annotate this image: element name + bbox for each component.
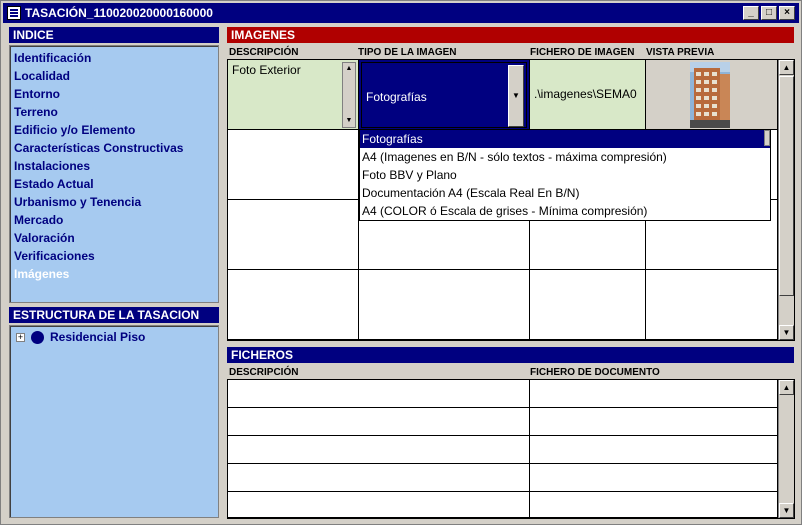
indice-item-urbanismo[interactable]: Urbanismo y Tenencia [14,193,218,211]
close-button[interactable]: × [779,6,795,20]
tipo-dropdown-list[interactable]: Fotografías A4 (Imagenes en B/N - sólo t… [359,129,771,221]
tree-node-label: Residencial Piso [50,330,146,344]
tipo-combo[interactable]: Fotografías ▼ [361,62,527,128]
tipo-combo-value: Fotografías [366,90,427,104]
ficheros-header: FICHEROS [227,347,794,363]
col-ficheros-descripcion: DESCRIPCIÓN [229,367,299,378]
indice-item-entorno[interactable]: Entorno [14,85,218,103]
ficheros-row3-descripcion[interactable] [228,436,530,464]
building-photo-icon [690,62,730,128]
imagenes-header: IMAGENES [227,27,794,43]
ficheros-row4-descripcion[interactable] [228,464,530,492]
tasacion-window: TASACIÓN_110020020000160000 _ □ × INDICE… [0,0,802,525]
row1-fichero-cell[interactable]: .\imagenes\SEMA0 [530,60,646,130]
minimize-button[interactable]: _ [743,6,759,20]
indice-item-estado-actual[interactable]: Estado Actual [14,175,218,193]
col-tipo: TIPO DE LA IMAGEN [358,47,457,58]
arrow-down-icon[interactable]: ▼ [779,503,794,518]
chevron-down-icon[interactable]: ▼ [508,65,524,127]
document-icon [7,6,21,20]
indice-item-valoracion[interactable]: Valoración [14,229,218,247]
title-bar[interactable]: TASACIÓN_110020020000160000 _ □ × [3,3,799,23]
arrow-up-icon[interactable]: ▲ [343,63,355,75]
indice-header: INDICE [9,27,219,43]
arrow-down-icon[interactable]: ▼ [343,115,355,127]
row1-desc-scrollbar[interactable]: ▲ ▼ [342,62,356,128]
dropdown-option-foto-bbv[interactable]: Foto BBV y Plano [360,166,770,184]
row1-descripcion: Foto Exterior [232,63,301,77]
ficheros-row5-documento[interactable] [530,492,778,518]
row1-descripcion-cell[interactable]: Foto Exterior ▲ ▼ [228,60,359,130]
col-ficheros-documento: FICHERO DE DOCUMENTO [530,367,660,378]
row1-fichero: .\imagenes\SEMA0 [534,87,637,101]
row1-tipo-cell[interactable]: Fotografías ▼ [359,60,530,130]
ficheros-row4-documento[interactable] [530,464,778,492]
building-preview-image[interactable] [690,62,730,128]
dropdown-option-documentacion-a4[interactable]: Documentación A4 (Escala Real En B/N) [360,184,770,202]
ficheros-grid: ▲ ▼ [227,379,795,519]
indice-item-localidad[interactable]: Localidad [14,67,218,85]
ficheros-row2-descripcion[interactable] [228,408,530,436]
indice-item-caracteristicas[interactable]: Características Constructivas [14,139,218,157]
col-descripcion: DESCRIPCIÓN [229,47,299,58]
row3-descripcion-cell[interactable] [228,200,359,270]
indice-item-instalaciones[interactable]: Instalaciones [14,157,218,175]
window-title: TASACIÓN_110020020000160000 [25,6,213,20]
indice-item-verificaciones[interactable]: Verificaciones [14,247,218,265]
estructura-header: ESTRUCTURA DE LA TASACION [9,307,219,323]
dropdown-scroll-thumb[interactable] [764,130,770,146]
tree-node-residencial[interactable]: + Residencial Piso [10,326,218,344]
dropdown-option-fotografias[interactable]: Fotografías [360,130,770,148]
row4-vista-cell[interactable] [646,270,778,340]
indice-item-identificacion[interactable]: Identificación [14,49,218,67]
expand-icon[interactable]: + [16,332,25,342]
dropdown-option-a4-bn[interactable]: A4 (Imagenes en B/N - sólo textos - máxi… [360,148,770,166]
ficheros-row1-descripcion[interactable] [228,380,530,408]
ficheros-row1-documento[interactable] [530,380,778,408]
arrow-down-icon[interactable]: ▼ [779,325,794,340]
imagenes-scroll-thumb[interactable] [779,76,794,296]
indice-item-edificio[interactable]: Edificio y/o Elemento [14,121,218,139]
indice-item-mercado[interactable]: Mercado [14,211,218,229]
arrow-up-icon[interactable]: ▲ [779,60,794,75]
row1-vista-cell[interactable] [646,60,778,130]
ficheros-row3-documento[interactable] [530,436,778,464]
row2-descripcion-cell[interactable] [228,130,359,200]
imagenes-scrollbar[interactable]: ▲ ▼ [778,60,794,340]
indice-list: Identificación Localidad Entorno Terreno… [10,46,218,283]
row4-tipo-cell[interactable] [359,270,530,340]
estructura-panel: + Residencial Piso [9,325,219,518]
ficheros-scrollbar[interactable]: ▲ ▼ [778,380,794,518]
col-vista: VISTA PREVIA [646,47,715,58]
circle-icon [31,330,44,344]
indice-panel: Identificación Localidad Entorno Terreno… [9,45,219,303]
row4-fichero-cell[interactable] [530,270,646,340]
arrow-up-icon[interactable]: ▲ [779,380,794,395]
indice-item-imagenes[interactable]: Imágenes [14,265,218,283]
maximize-button[interactable]: □ [761,6,777,20]
dropdown-option-a4-color[interactable]: A4 (COLOR ó Escala de grises - Mínima co… [360,202,770,220]
ficheros-row5-descripcion[interactable] [228,492,530,518]
ficheros-row2-documento[interactable] [530,408,778,436]
row4-descripcion-cell[interactable] [228,270,359,340]
indice-item-terreno[interactable]: Terreno [14,103,218,121]
col-fichero: FICHERO DE IMAGEN [530,47,635,58]
